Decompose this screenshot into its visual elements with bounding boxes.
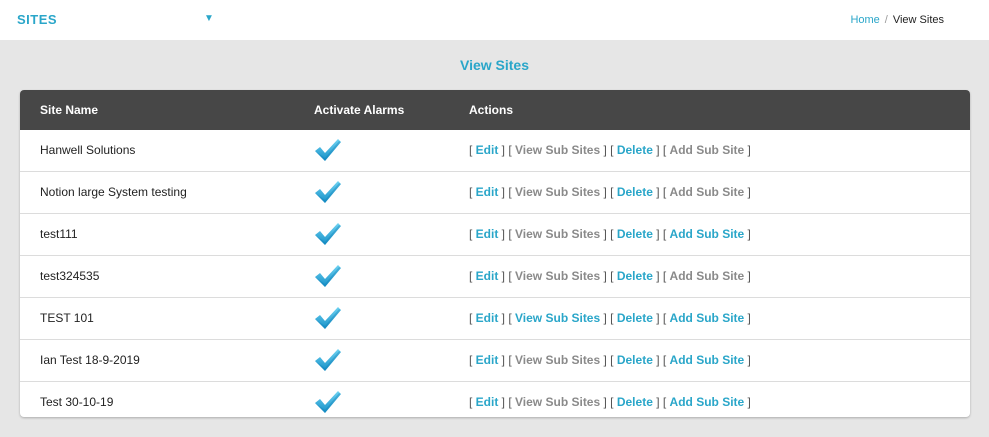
table-header: Site Name Activate Alarms Actions (20, 90, 970, 130)
breadcrumb: Home / View Sites (850, 14, 944, 26)
add-sub-site-link[interactable]: Add Sub Site (670, 143, 745, 157)
table-row: Ian Test 18-9-2019 [ Edit ] [ View Sub Si… (20, 340, 970, 382)
table-row: TEST 101 [ Edit ] [ View Sub Sites ] [ De… (20, 298, 970, 340)
column-header-activate-alarms: Activate Alarms (314, 103, 405, 117)
site-name: Hanwell Solutions (40, 143, 136, 157)
section-title[interactable]: SITES (17, 12, 57, 27)
top-bar: SITES ▼ Home / View Sites (0, 0, 989, 40)
row-actions: [ Edit ] [ View Sub Sites ] [ Delete ] [… (469, 143, 751, 157)
table-row: Notion large System testing [ Edit ] [ Vi… (20, 172, 970, 214)
checkmark-icon (314, 221, 342, 247)
column-header-site-name: Site Name (40, 103, 99, 117)
view-sub-sites-link[interactable]: View Sub Sites (515, 185, 600, 199)
delete-link[interactable]: Delete (617, 353, 653, 367)
sites-table: Site Name Activate Alarms Actions Hanwel… (20, 90, 970, 417)
site-name: test324535 (40, 269, 100, 283)
site-name: Notion large System testing (40, 185, 187, 199)
checkmark-icon (314, 347, 342, 373)
chevron-down-icon[interactable]: ▼ (204, 13, 214, 24)
delete-link[interactable]: Delete (617, 269, 653, 283)
site-name: TEST 101 (40, 311, 94, 325)
table-row: test324535 [ Edit ] [ View Sub Sites ] [ … (20, 256, 970, 298)
row-actions: [ Edit ] [ View Sub Sites ] [ Delete ] [… (469, 269, 751, 283)
edit-link[interactable]: Edit (476, 227, 499, 241)
row-actions: [ Edit ] [ View Sub Sites ] [ Delete ] [… (469, 395, 751, 409)
checkmark-icon (314, 179, 342, 205)
view-sub-sites-link[interactable]: View Sub Sites (515, 269, 600, 283)
view-sub-sites-link[interactable]: View Sub Sites (515, 395, 600, 409)
table-row: Hanwell Solutions [ Edit ] [ View Sub Sit… (20, 130, 970, 172)
edit-link[interactable]: Edit (476, 269, 499, 283)
table-row: Test 30-10-19 [ Edit ] [ View Sub Sites ]… (20, 382, 970, 417)
add-sub-site-link[interactable]: Add Sub Site (670, 395, 745, 409)
row-actions: [ Edit ] [ View Sub Sites ] [ Delete ] [… (469, 185, 751, 199)
add-sub-site-link[interactable]: Add Sub Site (670, 353, 745, 367)
add-sub-site-link[interactable]: Add Sub Site (670, 311, 745, 325)
view-sub-sites-link[interactable]: View Sub Sites (515, 143, 600, 157)
delete-link[interactable]: Delete (617, 311, 653, 325)
delete-link[interactable]: Delete (617, 143, 653, 157)
checkmark-icon (314, 389, 342, 415)
page-title: View Sites (459, 57, 529, 73)
site-name: test111 (40, 227, 78, 241)
table-body: Hanwell Solutions [ Edit ] [ View Sub Sit… (20, 130, 970, 417)
add-sub-site-link[interactable]: Add Sub Site (670, 185, 745, 199)
column-header-actions: Actions (469, 103, 514, 117)
view-sub-sites-link[interactable]: View Sub Sites (515, 227, 600, 241)
checkmark-icon (314, 137, 342, 163)
view-sub-sites-link[interactable]: View Sub Sites (515, 311, 600, 325)
breadcrumb-current: View Sites (892, 14, 944, 26)
view-sub-sites-link[interactable]: View Sub Sites (515, 353, 600, 367)
checkmark-icon (314, 263, 342, 289)
site-name: Test 30-10-19 (40, 395, 114, 409)
edit-link[interactable]: Edit (476, 353, 499, 367)
breadcrumb-separator: / (884, 14, 888, 26)
add-sub-site-link[interactable]: Add Sub Site (670, 227, 745, 241)
edit-link[interactable]: Edit (476, 395, 499, 409)
breadcrumb-home-link[interactable]: Home (850, 14, 879, 26)
delete-link[interactable]: Delete (617, 227, 653, 241)
delete-link[interactable]: Delete (617, 185, 653, 199)
checkmark-icon (314, 305, 342, 331)
row-actions: [ Edit ] [ View Sub Sites ] [ Delete ] [… (469, 311, 751, 325)
row-actions: [ Edit ] [ View Sub Sites ] [ Delete ] [… (469, 353, 751, 367)
row-actions: [ Edit ] [ View Sub Sites ] [ Delete ] [… (469, 227, 751, 241)
edit-link[interactable]: Edit (476, 311, 499, 325)
edit-link[interactable]: Edit (476, 143, 499, 157)
site-name: Ian Test 18-9-2019 (40, 353, 140, 367)
add-sub-site-link[interactable]: Add Sub Site (670, 269, 745, 283)
delete-link[interactable]: Delete (617, 395, 653, 409)
table-row: test111 [ Edit ] [ View Sub Sites ] [ Del… (20, 214, 970, 256)
edit-link[interactable]: Edit (476, 185, 499, 199)
